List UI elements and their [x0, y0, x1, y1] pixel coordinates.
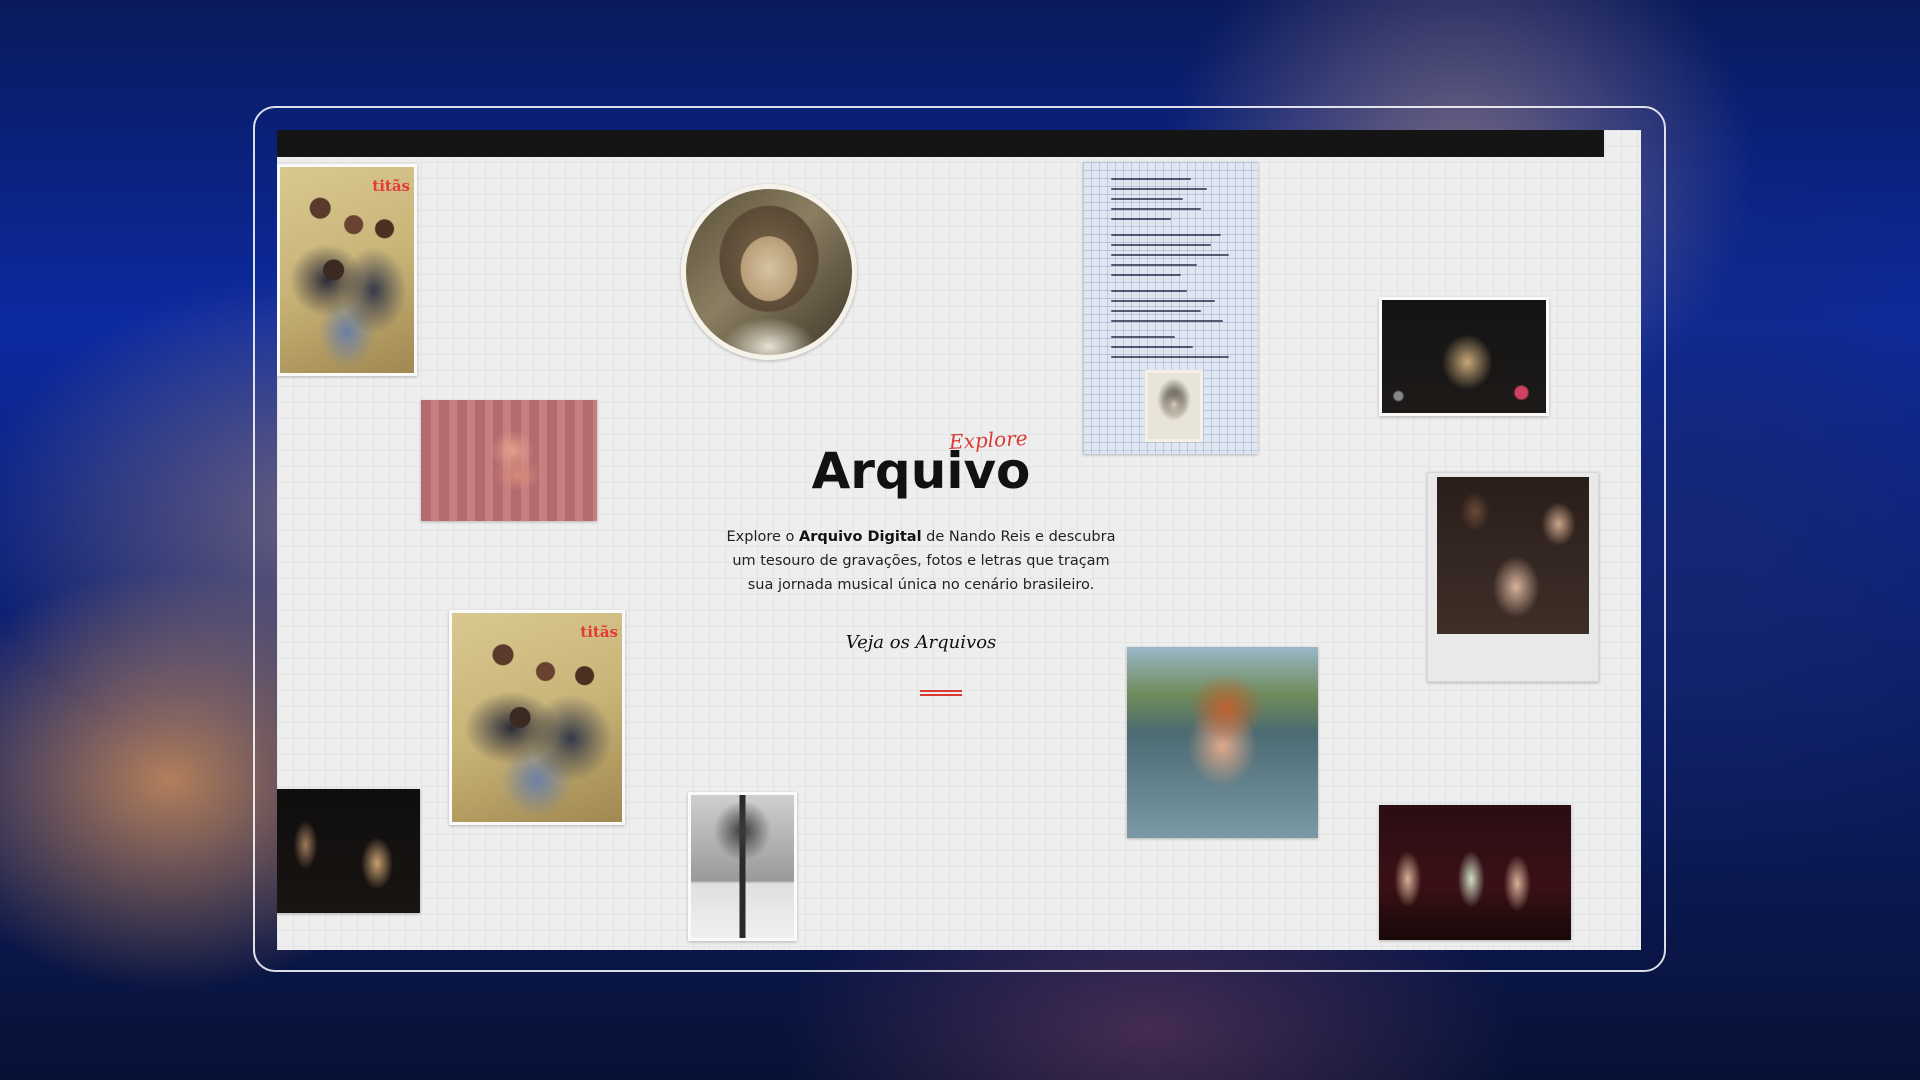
id-photo: [1145, 370, 1203, 442]
handwritten-lyrics-page[interactable]: [1083, 162, 1258, 454]
magazine-logo: titãs: [372, 177, 410, 195]
page-title-text: Arquivo: [811, 442, 1031, 500]
childhood-portrait-photo[interactable]: [681, 184, 857, 360]
band-performance-photo[interactable]: [277, 789, 420, 913]
friends-selfie-photo: [1437, 477, 1589, 634]
cta-underline: [920, 690, 962, 696]
page-title: Arquivo: [721, 442, 1121, 500]
description-highlight: Arquivo Digital: [799, 529, 922, 545]
magazine-cover-photo[interactable]: titãs: [277, 164, 417, 376]
polaroid-frame[interactable]: [1427, 472, 1599, 682]
stage-band-photo[interactable]: [1379, 805, 1571, 940]
lake-portrait-photo[interactable]: [1127, 647, 1318, 838]
view-archives-link[interactable]: Veja os Arquivos: [821, 632, 1021, 653]
magazine-logo-2: titãs: [580, 623, 618, 641]
poolside-photo[interactable]: [421, 400, 597, 521]
concert-guitar-photo[interactable]: [1379, 297, 1549, 416]
magazine-cover-photo-2[interactable]: titãs: [449, 610, 625, 825]
top-bar: [277, 130, 1604, 157]
tree-house-photo[interactable]: [688, 792, 797, 941]
archive-screen: titãs titãs Explore Arquivo Explore o Ar…: [277, 130, 1641, 950]
hero-description: Explore o Arquivo Digital de Nando Reis …: [726, 529, 1116, 593]
